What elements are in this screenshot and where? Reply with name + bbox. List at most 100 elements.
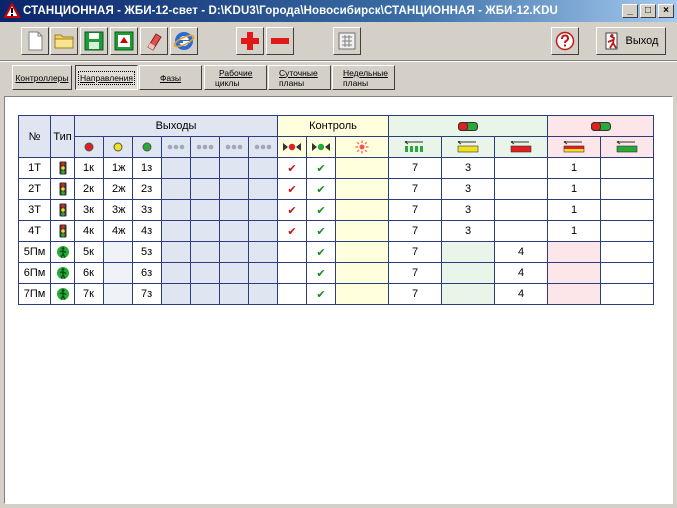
- export-button[interactable]: [110, 27, 138, 55]
- open-folder-button[interactable]: [50, 27, 78, 55]
- control-lamp-cell[interactable]: [335, 157, 389, 179]
- tab-daily-plans[interactable]: Суточные планы: [268, 65, 331, 90]
- table-row[interactable]: 7Пм 7к 7з ✔ 7 4: [18, 283, 654, 305]
- green-min-cell[interactable]: 7: [388, 199, 442, 221]
- red-yellow-time-cell[interactable]: 1: [547, 157, 601, 179]
- tab-weekly-plans[interactable]: Недельные планы: [332, 65, 395, 90]
- control-lamp-header[interactable]: [335, 136, 389, 158]
- control-green-cell[interactable]: ✔: [306, 220, 336, 242]
- yellow-time-cell[interactable]: 3: [441, 199, 495, 221]
- green-time-cell[interactable]: [600, 262, 654, 284]
- output-green-cell[interactable]: 2з: [132, 178, 162, 200]
- output-extra-cell[interactable]: [190, 199, 220, 221]
- control-red-cell[interactable]: ✔: [277, 220, 307, 242]
- output-extra-cell[interactable]: [248, 262, 278, 284]
- output-extra-cell[interactable]: [219, 199, 249, 221]
- green-time-cell[interactable]: [600, 241, 654, 263]
- output-extra-header-3[interactable]: [219, 136, 249, 158]
- tab-work-cycles[interactable]: Рабочие циклы: [204, 65, 267, 90]
- add-button[interactable]: [236, 27, 264, 55]
- control-red-cell[interactable]: ✔: [277, 199, 307, 221]
- yellow-time-cell[interactable]: [441, 241, 495, 263]
- output-red-header[interactable]: [74, 136, 104, 158]
- control-lamp-cell[interactable]: [335, 199, 389, 221]
- yellow-time-cell[interactable]: 3: [441, 220, 495, 242]
- tab-controllers[interactable]: Контроллеры: [12, 65, 72, 90]
- output-extra-cell[interactable]: [219, 178, 249, 200]
- output-red-cell[interactable]: 5к: [74, 241, 104, 263]
- output-extra-cell[interactable]: [248, 199, 278, 221]
- output-extra-cell[interactable]: [190, 157, 220, 179]
- table-row[interactable]: 2Т 2к 2ж 2з ✔ ✔ 7 3 1: [18, 178, 654, 200]
- control-green-cell[interactable]: ✔: [306, 157, 336, 179]
- row-number[interactable]: 6Пм: [18, 262, 51, 284]
- output-yellow-cell[interactable]: 3ж: [103, 199, 133, 221]
- red-yellow-time-cell[interactable]: 1: [547, 199, 601, 221]
- control-red-cell[interactable]: ✔: [277, 157, 307, 179]
- output-extra-cell[interactable]: [219, 262, 249, 284]
- control-green-header[interactable]: [306, 136, 336, 158]
- green-min-cell[interactable]: 7: [388, 157, 442, 179]
- output-extra-cell[interactable]: [248, 241, 278, 263]
- green-time-cell[interactable]: [600, 220, 654, 242]
- output-extra-cell[interactable]: [161, 283, 191, 305]
- output-red-cell[interactable]: 2к: [74, 178, 104, 200]
- output-yellow-cell[interactable]: 1ж: [103, 157, 133, 179]
- output-extra-cell[interactable]: [219, 241, 249, 263]
- yellow-time-cell[interactable]: [441, 283, 495, 305]
- yellow-time-cell[interactable]: [441, 262, 495, 284]
- red-yellow-time-cell[interactable]: [547, 241, 601, 263]
- table-row[interactable]: 1Т 1к 1ж 1з ✔ ✔ 7 3 1: [18, 157, 654, 179]
- output-yellow-cell[interactable]: 4ж: [103, 220, 133, 242]
- minimize-button[interactable]: _: [622, 4, 638, 18]
- red-time-cell[interactable]: 4: [494, 283, 548, 305]
- green-min-cell[interactable]: 7: [388, 241, 442, 263]
- control-lamp-cell[interactable]: [335, 262, 389, 284]
- output-extra-cell[interactable]: [161, 220, 191, 242]
- output-extra-cell[interactable]: [219, 283, 249, 305]
- row-type[interactable]: [50, 220, 75, 242]
- control-red-cell[interactable]: [277, 262, 307, 284]
- col-type-header[interactable]: Тип: [50, 115, 75, 158]
- output-red-cell[interactable]: 7к: [74, 283, 104, 305]
- red-time-cell[interactable]: [494, 220, 548, 242]
- save-button[interactable]: [80, 27, 108, 55]
- col-num-header[interactable]: №: [18, 115, 51, 158]
- output-red-cell[interactable]: 1к: [74, 157, 104, 179]
- row-number[interactable]: 3Т: [18, 199, 51, 221]
- control-lamp-cell[interactable]: [335, 241, 389, 263]
- output-yellow-cell[interactable]: 2ж: [103, 178, 133, 200]
- red-time-cell[interactable]: [494, 157, 548, 179]
- output-green-cell[interactable]: 4з: [132, 220, 162, 242]
- table-row[interactable]: 3Т 3к 3ж 3з ✔ ✔ 7 3 1: [18, 199, 654, 221]
- output-extra-cell[interactable]: [190, 283, 220, 305]
- output-extra-cell[interactable]: [190, 220, 220, 242]
- output-extra-cell[interactable]: [190, 241, 220, 263]
- row-type[interactable]: [50, 178, 75, 200]
- row-type[interactable]: [50, 199, 75, 221]
- output-green-cell[interactable]: 3з: [132, 199, 162, 221]
- red-time-cell[interactable]: 4: [494, 241, 548, 263]
- yellow-time-cell[interactable]: 3: [441, 178, 495, 200]
- row-type[interactable]: [50, 157, 75, 179]
- yellow-time-header[interactable]: [441, 136, 495, 158]
- row-number[interactable]: 5Пм: [18, 241, 51, 263]
- control-red-cell[interactable]: ✔: [277, 178, 307, 200]
- tab-directions[interactable]: Направления: [75, 65, 138, 90]
- output-extra-cell[interactable]: [190, 262, 220, 284]
- table-row[interactable]: 4Т 4к 4ж 4з ✔ ✔ 7 3 1: [18, 220, 654, 242]
- control-green-cell[interactable]: ✔: [306, 178, 336, 200]
- green-time-cell[interactable]: [600, 199, 654, 221]
- green-min-cell[interactable]: 7: [388, 178, 442, 200]
- output-green-cell[interactable]: 6з: [132, 262, 162, 284]
- remove-button[interactable]: [266, 27, 294, 55]
- output-extra-cell[interactable]: [248, 178, 278, 200]
- red-time-cell[interactable]: [494, 178, 548, 200]
- green-time-cell[interactable]: [600, 283, 654, 305]
- new-file-button[interactable]: [21, 27, 49, 55]
- output-extra-cell[interactable]: [161, 157, 191, 179]
- output-extra-cell[interactable]: [248, 157, 278, 179]
- browser-button[interactable]: [170, 27, 198, 55]
- close-button[interactable]: ×: [658, 4, 674, 18]
- control-red-header[interactable]: [277, 136, 307, 158]
